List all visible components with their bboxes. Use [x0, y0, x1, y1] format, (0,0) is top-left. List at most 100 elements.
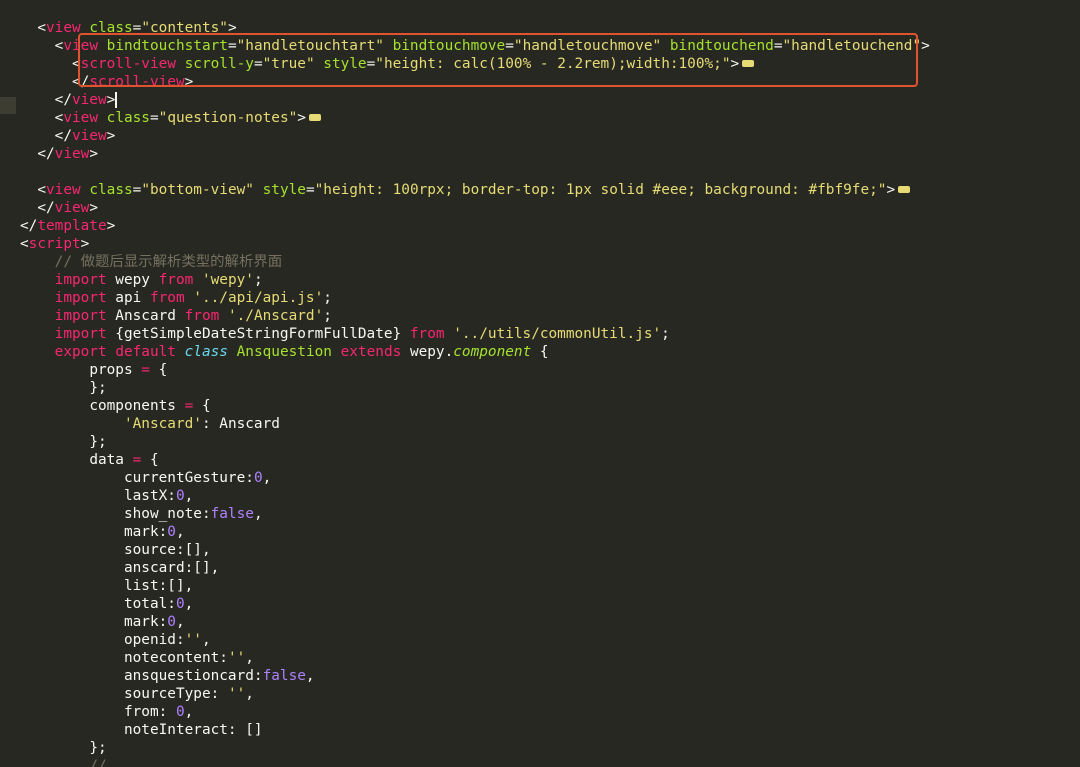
code-token: from: — [123, 704, 176, 720]
code-line[interactable]: mark:0, — [20, 523, 930, 541]
code-token: < — [20, 236, 29, 252]
code-line[interactable]: import {getSimpleDateStringFormFullDate}… — [20, 325, 930, 343]
code-line[interactable]: show_note:false, — [20, 505, 930, 523]
code-line[interactable]: <view class="contents"> — [20, 19, 930, 37]
code-token: 0 — [175, 704, 185, 720]
code-token: view — [54, 146, 90, 162]
code-line[interactable]: <view class="question-notes"> — [20, 109, 930, 127]
code-token: 0 — [167, 524, 176, 540]
code-line[interactable]: }; — [20, 433, 930, 451]
code-token: > — [184, 74, 194, 90]
code-line[interactable]: source:[], — [20, 541, 930, 559]
code-line[interactable]: props = { — [20, 361, 930, 379]
code-line[interactable]: import wepy from 'wepy'; — [20, 271, 930, 289]
code-token: bindtouchstart — [106, 38, 228, 54]
code-line[interactable]: <view bindtouchstart="handletouchtart" b… — [20, 37, 930, 55]
code-token: < — [71, 56, 81, 72]
code-token: view — [46, 20, 81, 36]
code-line[interactable]: anscard:[], — [20, 559, 930, 577]
fold-ellipsis-icon[interactable] — [742, 59, 755, 67]
code-token: : Anscard — [201, 416, 280, 432]
code-line[interactable]: notecontent:'', — [20, 649, 930, 667]
code-line[interactable]: </view> — [20, 199, 930, 217]
code-line[interactable]: <scroll-view scroll-y="true" style="heig… — [20, 55, 930, 73]
code-token: > — [886, 182, 896, 198]
code-token: import — [54, 272, 107, 288]
code-line[interactable]: export default class Ansquestion extends… — [20, 343, 930, 361]
code-line[interactable]: </scroll-view> — [20, 73, 930, 91]
code-token: "bottom-view" — [141, 182, 254, 198]
code-line[interactable] — [20, 163, 930, 181]
code-line[interactable]: mark:0, — [20, 613, 930, 631]
code-line[interactable]: import api from '../api/api.js'; — [20, 289, 930, 307]
code-line[interactable]: // 做题后显示解析类型的解析界面 — [20, 253, 930, 271]
code-token: data — [89, 452, 133, 468]
code-line[interactable]: 'Anscard': Anscard — [20, 415, 930, 433]
code-token: , — [262, 470, 272, 486]
code-token: props — [89, 362, 142, 378]
code-line[interactable]: </view> — [20, 127, 930, 145]
code-token: '' — [227, 686, 246, 702]
code-line[interactable] — [20, 1, 930, 19]
code-line[interactable]: }; — [20, 739, 930, 757]
code-token: wepy — [106, 272, 159, 288]
code-line[interactable]: data = { — [20, 451, 930, 469]
code-line[interactable]: </view> — [20, 145, 930, 163]
code-line[interactable]: </view> — [20, 91, 930, 109]
code-token: mark: — [123, 614, 168, 630]
code-line[interactable]: list:[], — [20, 577, 930, 595]
code-editor[interactable]: <Anscard :anscard.sync="anscard" :ansque… — [0, 0, 1080, 767]
code-token: { — [149, 362, 168, 378]
code-token: from — [149, 290, 185, 306]
code-line[interactable]: lastX:0, — [20, 487, 930, 505]
code-line[interactable]: }; — [20, 379, 930, 397]
code-line[interactable]: <script> — [20, 235, 930, 253]
code-line[interactable]: total:0, — [20, 595, 930, 613]
fold-ellipsis-icon[interactable] — [308, 113, 321, 121]
code-token: view — [71, 128, 107, 144]
code-token: , — [253, 506, 263, 522]
code-line[interactable]: components = { — [20, 397, 930, 415]
code-token: default — [115, 344, 176, 360]
code-token: > — [106, 128, 116, 144]
code-token: view — [46, 182, 81, 198]
code-lines[interactable]: <Anscard :anscard.sync="anscard" :ansque… — [20, 0, 930, 767]
code-line[interactable]: openid:'', — [20, 631, 930, 649]
code-line[interactable]: <view class="bottom-view" style="height:… — [20, 181, 930, 199]
code-line[interactable]: ansquestioncard:false, — [20, 667, 930, 685]
code-token: , — [184, 488, 194, 504]
code-token: ; — [661, 326, 670, 342]
code-line[interactable]: noteInteract: [] — [20, 721, 930, 739]
code-line[interactable]: </template> — [20, 217, 930, 235]
code-line[interactable]: import Anscard from './Anscard'; — [20, 307, 930, 325]
code-line[interactable]: from: 0, — [20, 703, 930, 721]
code-line[interactable]: sourceType: '', — [20, 685, 930, 703]
fold-ellipsis-icon[interactable] — [898, 185, 911, 193]
code-token: ; — [323, 290, 332, 306]
code-token: wepy. — [401, 344, 454, 360]
code-line[interactable]: currentGesture:0, — [20, 469, 930, 487]
code-token: , — [184, 596, 194, 612]
code-token: }; — [89, 434, 107, 450]
code-token: </ — [37, 200, 55, 216]
code-line[interactable]: // ... — [20, 757, 930, 767]
